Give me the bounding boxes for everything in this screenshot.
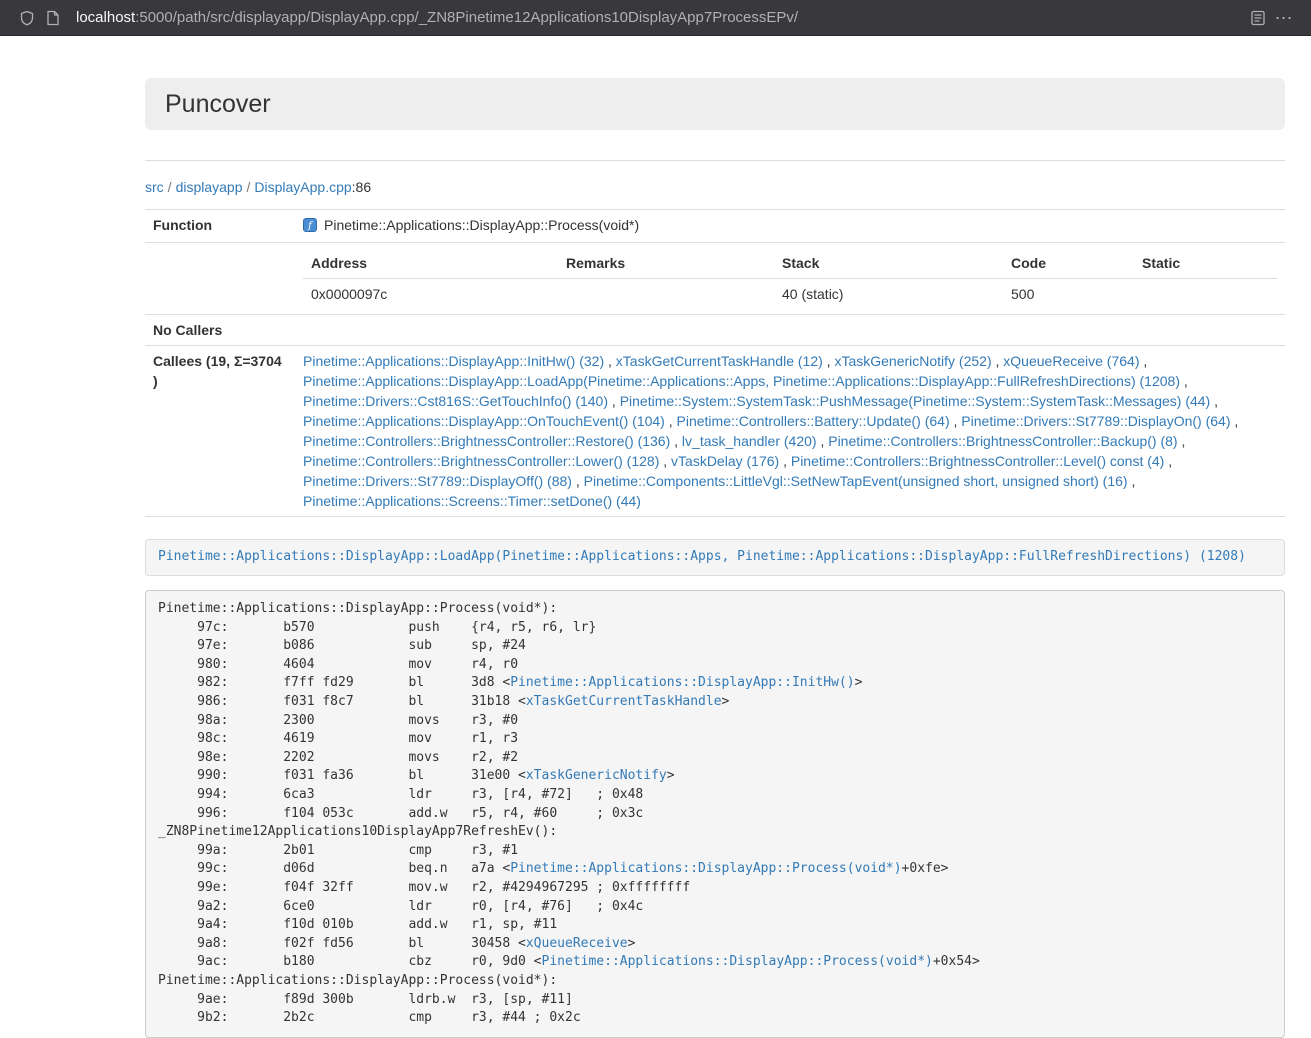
spotlight-panel: Pinetime::Applications::DisplayApp::Load…: [145, 539, 1285, 576]
url-path: :5000/path/src/displayapp/DisplayApp.cpp…: [135, 9, 798, 26]
browser-chrome: localhost:5000/path/src/displayapp/Displ…: [0, 0, 1311, 36]
callee-link[interactable]: Pinetime::Controllers::BrightnessControl…: [828, 433, 1177, 449]
callee-link[interactable]: Pinetime::Controllers::BrightnessControl…: [791, 453, 1164, 469]
remarks-value: [558, 279, 774, 310]
assembly-code: Pinetime::Applications::DisplayApp::Proc…: [145, 590, 1285, 1038]
address-value: 0x0000097c: [303, 279, 558, 310]
function-table: Function f Pinetime::Applications::Displ…: [145, 209, 1285, 517]
callee-link[interactable]: lv_task_handler (420): [682, 433, 817, 449]
stack-value: 40 (static): [774, 279, 1003, 310]
metrics-table: Address Remarks Stack Code Static 0x0000…: [303, 248, 1277, 309]
callee-link[interactable]: Pinetime::System::SystemTask::PushMessag…: [620, 393, 1211, 409]
callee-link[interactable]: xQueueReceive (764): [1003, 353, 1139, 369]
no-callers-row: No Callers: [145, 315, 1285, 346]
static-value: [1134, 279, 1277, 310]
page-container: Puncover src/displayapp/DisplayApp.cpp:8…: [145, 78, 1285, 1038]
asm-symbol-link[interactable]: Pinetime::Applications::DisplayApp::Proc…: [542, 954, 933, 969]
breadcrumb-link[interactable]: DisplayApp.cpp: [254, 179, 351, 195]
function-row: Function f Pinetime::Applications::Displ…: [145, 210, 1285, 243]
callee-link[interactable]: Pinetime::Drivers::St7789::DisplayOn() (…: [961, 413, 1230, 429]
col-static: Static: [1134, 248, 1277, 279]
function-name: Pinetime::Applications::DisplayApp::Proc…: [324, 217, 639, 233]
function-label: Function: [145, 210, 295, 243]
page-info-icon[interactable]: [40, 5, 66, 31]
breadcrumb-separator: /: [164, 179, 176, 195]
page-title-banner: Puncover: [145, 78, 1285, 130]
callee-link[interactable]: Pinetime::Controllers::BrightnessControl…: [303, 453, 659, 469]
callee-link[interactable]: xTaskGetCurrentTaskHandle (12): [616, 353, 823, 369]
breadcrumb-link[interactable]: src: [145, 179, 164, 195]
divider: [145, 160, 1285, 161]
asm-symbol-link[interactable]: xQueueReceive: [526, 936, 628, 951]
callee-link[interactable]: Pinetime::Applications::DisplayApp::OnTo…: [303, 413, 665, 429]
shield-icon[interactable]: [14, 5, 40, 31]
breadcrumb-link[interactable]: displayapp: [176, 179, 243, 195]
breadcrumb-line-number: :86: [352, 179, 371, 195]
asm-symbol-link[interactable]: Pinetime::Applications::DisplayApp::Proc…: [510, 861, 901, 876]
asm-symbol-link[interactable]: Pinetime::Applications::DisplayApp::Init…: [510, 675, 854, 690]
callee-link[interactable]: Pinetime::Applications::DisplayApp::Init…: [303, 353, 604, 369]
page-title: Puncover: [165, 91, 1265, 117]
breadcrumb-separator: /: [243, 179, 255, 195]
more-actions-icon[interactable]: ⋯: [1271, 5, 1297, 31]
col-code: Code: [1003, 248, 1134, 279]
asm-symbol-link[interactable]: xTaskGenericNotify: [526, 768, 667, 783]
url-host: localhost: [76, 9, 135, 26]
callee-link[interactable]: Pinetime::Applications::Screens::Timer::…: [303, 493, 641, 509]
callee-link[interactable]: Pinetime::Applications::DisplayApp::Load…: [303, 373, 1180, 389]
breadcrumb: src/displayapp/DisplayApp.cpp:86: [145, 177, 1285, 197]
callee-link[interactable]: Pinetime::Controllers::Battery::Update()…: [677, 413, 950, 429]
col-remarks: Remarks: [558, 248, 774, 279]
callee-link[interactable]: Pinetime::Drivers::Cst816S::GetTouchInfo…: [303, 393, 608, 409]
metrics-row-spacer: [145, 243, 295, 315]
callee-link[interactable]: Pinetime::Drivers::St7789::DisplayOff() …: [303, 473, 572, 489]
callees-row: Callees (19, Σ=3704 ) Pinetime::Applicat…: [145, 346, 1285, 517]
callee-link[interactable]: Pinetime::Components::LittleVgl::SetNewT…: [584, 473, 1128, 489]
callee-link[interactable]: xTaskGenericNotify (252): [834, 353, 991, 369]
callee-link[interactable]: vTaskDelay (176): [671, 453, 779, 469]
callees-label: Callees (19, Σ=3704 ): [145, 346, 295, 517]
col-address: Address: [303, 248, 558, 279]
asm-symbol-link[interactable]: xTaskGetCurrentTaskHandle: [526, 694, 722, 709]
spotlight-link[interactable]: Pinetime::Applications::DisplayApp::Load…: [158, 549, 1246, 564]
function-icon: f: [303, 217, 317, 237]
callees-list: Pinetime::Applications::DisplayApp::Init…: [295, 346, 1285, 517]
metrics-row: Address Remarks Stack Code Static 0x0000…: [145, 243, 1285, 315]
code-value: 500: [1003, 279, 1134, 310]
reader-view-icon[interactable]: [1245, 5, 1271, 31]
col-stack: Stack: [774, 248, 1003, 279]
no-callers-label: No Callers: [145, 315, 295, 346]
metrics-values-row: 0x0000097c 40 (static) 500: [303, 279, 1277, 310]
callee-link[interactable]: Pinetime::Controllers::BrightnessControl…: [303, 433, 670, 449]
url-bar[interactable]: localhost:5000/path/src/displayapp/Displ…: [76, 9, 1245, 26]
